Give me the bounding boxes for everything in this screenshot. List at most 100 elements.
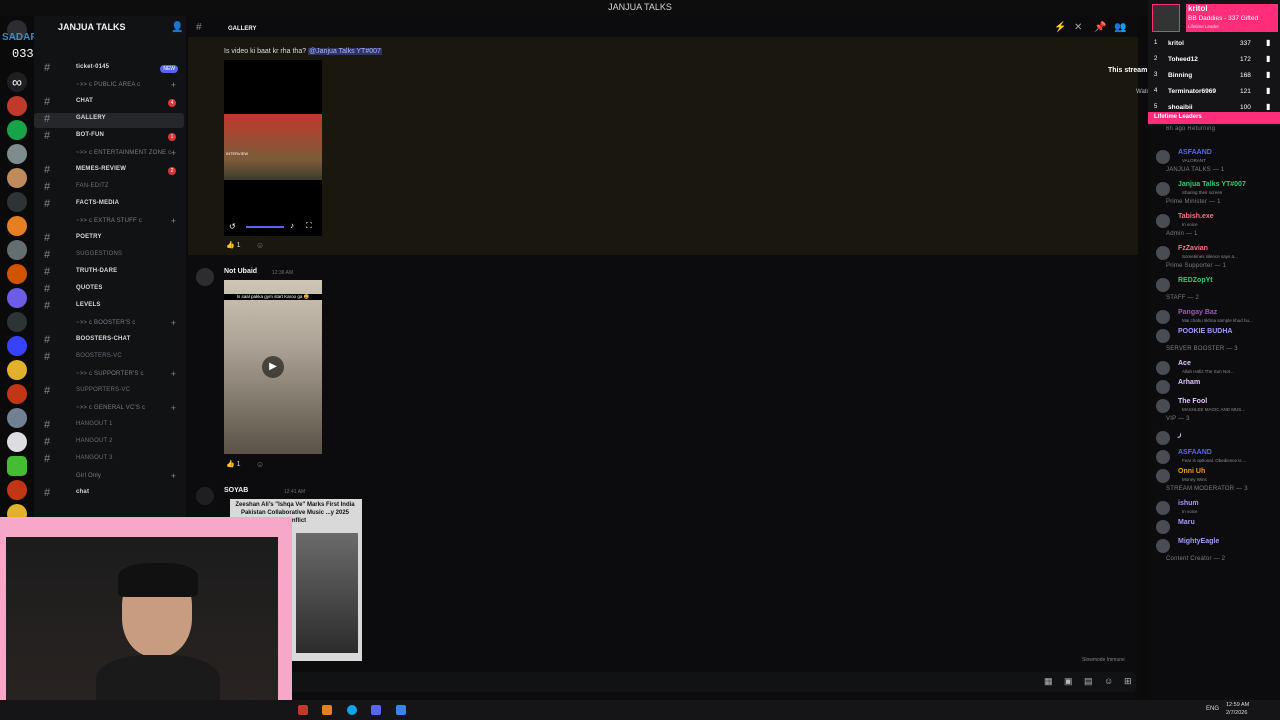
member-row[interactable]: Arham xyxy=(1154,378,1276,396)
server-icon[interactable] xyxy=(7,168,27,188)
channel-item[interactable]: # TRUTH-DARE xyxy=(34,266,184,281)
server-icon[interactable] xyxy=(7,360,27,380)
server-icon[interactable] xyxy=(7,336,27,356)
member-list-icon[interactable]: 👥 xyxy=(1114,22,1126,33)
add-channel-icon[interactable]: + xyxy=(171,80,176,90)
channel-item[interactable]: # GALLERY xyxy=(34,113,184,128)
input-language[interactable]: ENG xyxy=(1206,706,1219,712)
server-name[interactable]: JANJUA TALKS xyxy=(58,22,126,32)
clock-date[interactable]: 2/7/2026 xyxy=(1226,710,1247,716)
channel-category[interactable]: ~>> c ENTERTAINMENT ZONE c + xyxy=(34,147,184,162)
volume-icon[interactable]: ♪ xyxy=(290,221,294,230)
channel-category[interactable]: ~>> c PUBLIC AREA c + xyxy=(34,79,184,94)
add-channel-icon[interactable]: + xyxy=(171,148,176,158)
taskbar-app-icon[interactable] xyxy=(298,705,308,715)
channel-item[interactable]: # BOOSTERS-VC xyxy=(34,351,184,366)
channel-category[interactable]: Girl Only + xyxy=(34,470,184,485)
fullscreen-icon[interactable]: ⛶ xyxy=(306,221,312,231)
sticker-icon[interactable]: ▤ xyxy=(1084,676,1093,687)
member-row[interactable]: REDZopYt xyxy=(1154,276,1276,294)
taskbar-app-icon[interactable] xyxy=(322,705,332,715)
channel-item[interactable]: # ticket-0145 NEW xyxy=(34,62,184,77)
reaction-thumbsup[interactable]: 👍 1 xyxy=(226,460,241,471)
member-row[interactable]: Janjua Talks YT#007 Sharing their screen xyxy=(1154,180,1276,198)
emoji-icon[interactable]: ☺ xyxy=(1104,676,1113,686)
add-reaction-icon[interactable]: ☺ xyxy=(256,241,264,250)
pin-icon[interactable]: 📌 xyxy=(1094,22,1106,33)
server-icon[interactable] xyxy=(7,264,27,284)
server-icon[interactable] xyxy=(7,216,27,236)
gif-icon[interactable]: ▣ xyxy=(1064,676,1073,687)
server-icon[interactable] xyxy=(7,456,27,476)
channel-item[interactable]: # chat xyxy=(34,487,184,502)
server-icon[interactable] xyxy=(7,240,27,260)
server-icon[interactable] xyxy=(7,312,27,332)
taskbar-app-icon[interactable] xyxy=(347,705,357,715)
channel-item[interactable]: # LEVELS xyxy=(34,300,184,315)
channel-item[interactable]: # SUGGESTIONS xyxy=(34,249,184,264)
member-row[interactable]: Pangay Baz Mai chahu tikhna sample khud h… xyxy=(1154,308,1276,326)
server-icon[interactable] xyxy=(7,96,27,116)
clock-time[interactable]: 12:59 AM xyxy=(1226,702,1249,708)
member-row[interactable]: ASFAAND Fear is optional. Obedience is ..… xyxy=(1154,448,1276,466)
video-player[interactable]: INTERVIEW ↺ ♪ ⛶ xyxy=(224,60,322,236)
channel-item[interactable]: # FACTS-MEDIA xyxy=(34,198,184,213)
add-channel-icon[interactable]: + xyxy=(171,369,176,379)
add-reaction-icon[interactable]: ☺ xyxy=(256,460,264,469)
avatar[interactable] xyxy=(196,487,214,505)
reaction-thumbsup[interactable]: 👍 1 xyxy=(226,241,241,252)
channel-item[interactable]: # CHAT 4 xyxy=(34,96,184,111)
server-icon[interactable] xyxy=(7,432,27,452)
channel-item[interactable]: # HANGOUT 1 xyxy=(34,419,184,434)
add-member-icon[interactable]: 👤 xyxy=(171,22,183,33)
threads-icon[interactable]: ⚡ xyxy=(1054,22,1066,33)
add-channel-icon[interactable]: + xyxy=(171,216,176,226)
server-icon[interactable] xyxy=(7,120,27,140)
member-row[interactable]: POOKIE BUDHA xyxy=(1154,327,1276,345)
channel-category[interactable]: ~>> c BOOSTER'S c + xyxy=(34,317,184,332)
member-row[interactable]: Onni Uh Money Wins xyxy=(1154,467,1276,485)
server-icon[interactable] xyxy=(7,192,27,212)
infinity-server-icon[interactable]: ∞ xyxy=(7,72,27,92)
add-channel-icon[interactable]: + xyxy=(171,471,176,481)
member-row[interactable]: Ace Allah Hafiz The Sun Not... xyxy=(1154,359,1276,377)
video-progress-bar[interactable] xyxy=(246,226,284,228)
channel-item[interactable]: # HANGOUT 3 xyxy=(34,453,184,468)
server-icon[interactable] xyxy=(7,144,27,164)
channel-item[interactable]: # QUOTES xyxy=(34,283,184,298)
avatar[interactable] xyxy=(196,268,214,286)
member-row[interactable]: FzZavian Sometimes silence says a... xyxy=(1154,244,1276,262)
channel-item[interactable]: # HANGOUT 2 xyxy=(34,436,184,451)
channel-item[interactable]: # MEMES-REVIEW 2 xyxy=(34,164,184,179)
replay-icon[interactable]: ↺ xyxy=(229,222,236,231)
taskbar-app-icon[interactable] xyxy=(396,705,406,715)
member-row[interactable]: ASFAAND VALORANT xyxy=(1154,148,1276,166)
channel-item[interactable]: # SUPPORTERS-VC xyxy=(34,385,184,400)
message-input[interactable] xyxy=(290,672,1136,692)
channel-category[interactable]: ~>> c SUPPORTER'S c + xyxy=(34,368,184,383)
member-row[interactable]: Tabish.exe In voice xyxy=(1154,212,1276,230)
video-attachment[interactable]: Is saal pakka gym start Karoo ga 😅 ▶ xyxy=(224,280,322,454)
add-channel-icon[interactable]: + xyxy=(171,403,176,413)
add-channel-icon[interactable]: + xyxy=(171,318,176,328)
apps-icon[interactable]: ⊞ xyxy=(1124,676,1132,687)
member-row[interactable]: ز xyxy=(1154,429,1276,447)
channel-item[interactable]: # POETRY xyxy=(34,232,184,247)
member-row[interactable]: ishum In voice xyxy=(1154,499,1276,517)
server-icon[interactable] xyxy=(7,384,27,404)
channel-item[interactable]: # BOT-FUN 1 xyxy=(34,130,184,145)
channel-item[interactable]: # BOOSTERS-CHAT xyxy=(34,334,184,349)
channel-category[interactable]: ~>> c EXTRA STUFF c + xyxy=(34,215,184,230)
server-icon[interactable] xyxy=(7,480,27,500)
member-row[interactable]: Maru xyxy=(1154,518,1276,536)
play-icon[interactable]: ▶ xyxy=(262,356,284,378)
channel-category[interactable]: ~>> c GENERAL VC'S c + xyxy=(34,402,184,417)
channel-item[interactable]: # FAN-EDITZ xyxy=(34,181,184,196)
discord-taskbar-icon[interactable] xyxy=(371,705,381,715)
member-row[interactable]: MightyEagle xyxy=(1154,537,1276,555)
message-author[interactable]: SOYAB xyxy=(224,487,248,494)
notification-icon[interactable]: ✕ xyxy=(1074,22,1082,33)
message-author[interactable]: Not Ubaid xyxy=(224,268,257,275)
server-icon[interactable] xyxy=(7,408,27,428)
member-row[interactable]: The Fool MASHLEE MAGIC AND MUS... xyxy=(1154,397,1276,415)
